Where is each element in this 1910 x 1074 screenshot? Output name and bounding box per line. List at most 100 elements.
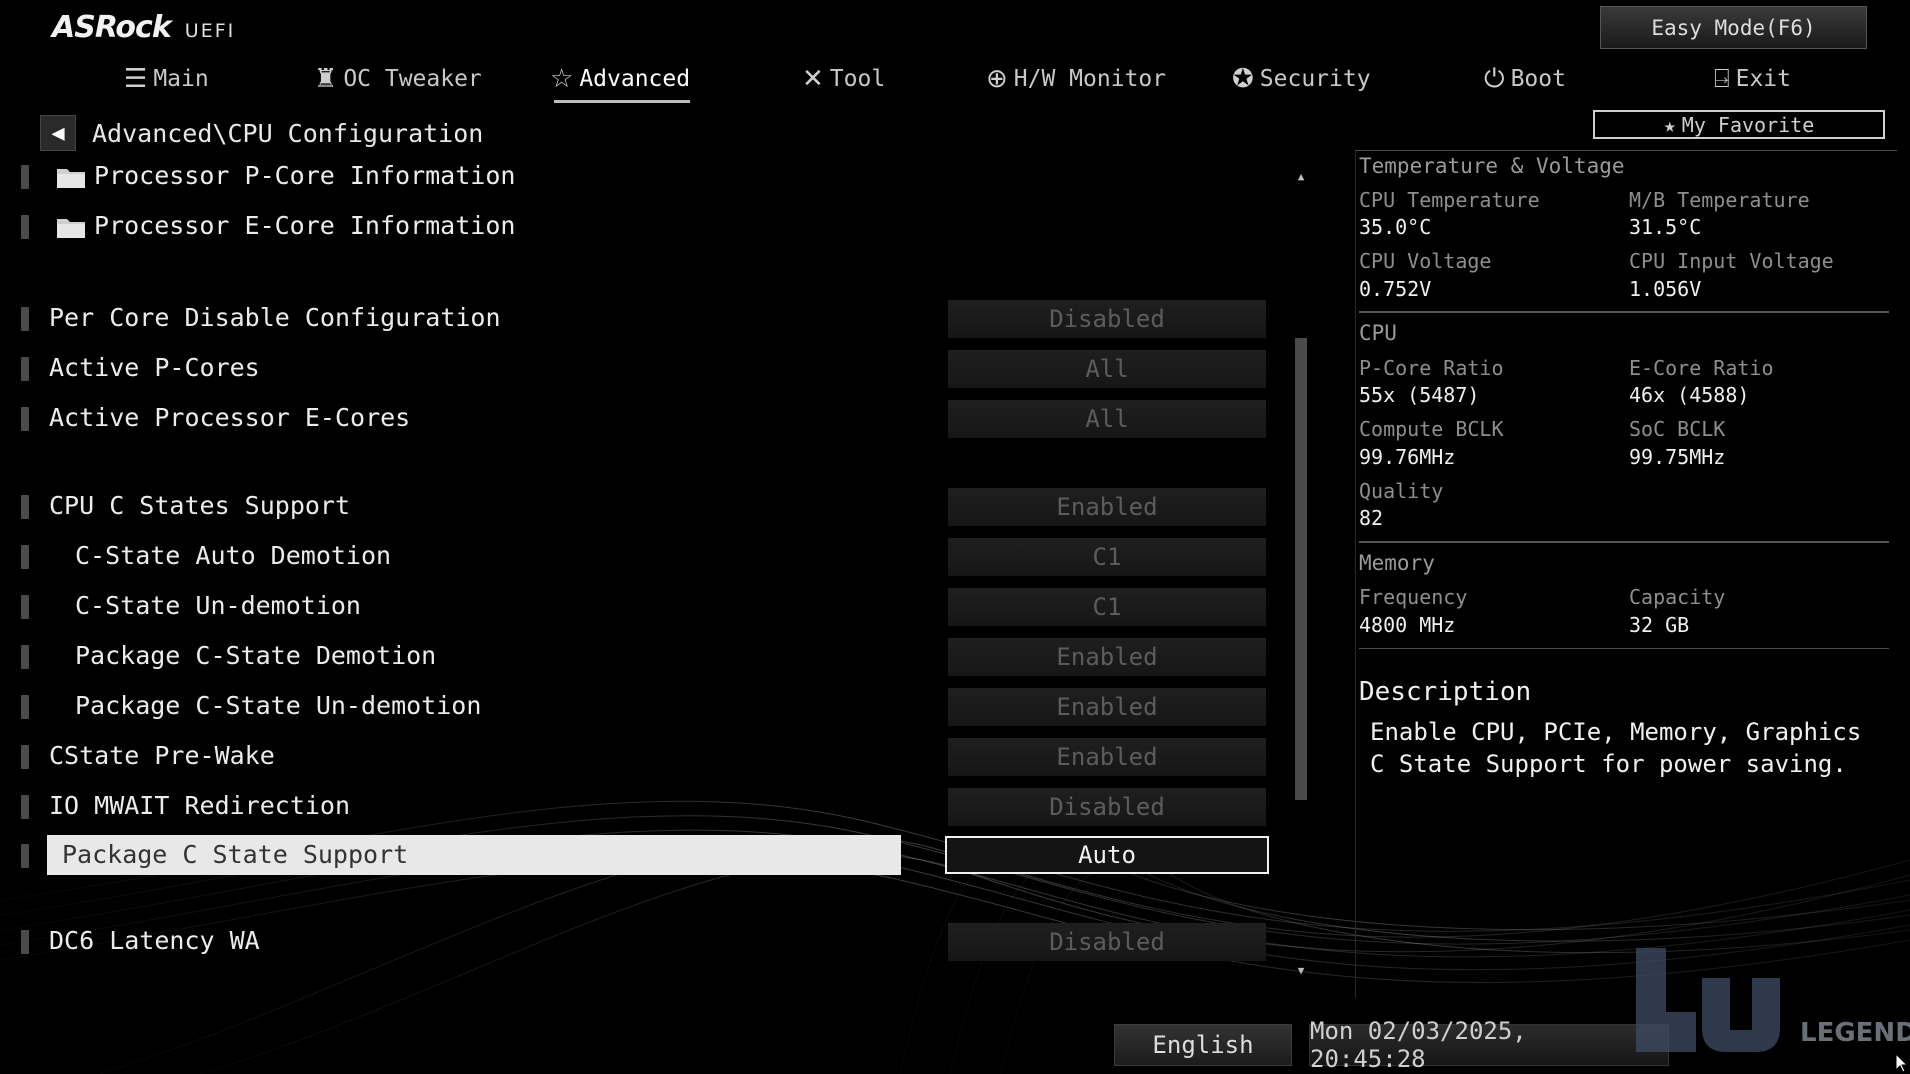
tab-advanced[interactable]: ☆ Advanced — [550, 60, 691, 103]
folder-icon — [57, 169, 85, 188]
scrollbar[interactable]: ▲ ▼ — [1294, 170, 1308, 978]
row-marker — [21, 495, 29, 519]
cpu-input-voltage-value: 1.056V — [1629, 277, 1702, 301]
folder-icon — [57, 219, 85, 238]
cpu-input-voltage-label: CPU Input Voltage — [1629, 249, 1834, 273]
language-button[interactable]: English — [1114, 1024, 1292, 1066]
setting-value[interactable]: Auto — [945, 836, 1269, 874]
setting-value[interactable]: Disabled — [948, 788, 1266, 826]
tab-oc-tweaker[interactable]: ♜ OC Tweaker — [314, 60, 482, 98]
setting-row[interactable]: CPU C States Support Enabled — [0, 485, 1280, 529]
row-marker — [21, 795, 29, 819]
submenu-item[interactable]: Processor P-Core Information — [0, 155, 1280, 199]
tab-label: Exit — [1735, 66, 1791, 92]
setting-label: Package C-State Demotion — [75, 641, 437, 670]
row-marker — [21, 595, 29, 619]
scrollbar-thumb[interactable] — [1295, 338, 1307, 800]
setting-value[interactable]: Disabled — [948, 300, 1266, 338]
compute-bclk-label: Compute BCLK — [1359, 417, 1504, 441]
setting-row[interactable]: CState Pre-Wake Enabled — [0, 735, 1280, 779]
setting-label: C-State Un-demotion — [75, 591, 361, 620]
row-marker — [21, 844, 29, 868]
setting-value[interactable]: C1 — [948, 588, 1266, 626]
cpu-voltage-label: CPU Voltage — [1359, 249, 1492, 273]
setting-value[interactable]: Disabled — [948, 923, 1266, 961]
row-marker — [21, 745, 29, 769]
setting-value[interactable]: Enabled — [948, 738, 1266, 776]
cpu-voltage-value: 0.752V — [1359, 277, 1432, 301]
setting-value[interactable]: Enabled — [948, 638, 1266, 676]
hardware-info-panel: Temperature & Voltage CPU Temperature 35… — [1355, 150, 1897, 998]
frequency-label: Frequency — [1359, 585, 1468, 609]
setting-value[interactable]: C1 — [948, 538, 1266, 576]
tab-tool[interactable]: ✕ Tool — [802, 60, 885, 98]
divider — [1359, 648, 1889, 649]
setting-row[interactable]: Active P-Cores All — [0, 347, 1280, 391]
row-marker — [21, 407, 29, 431]
row-marker — [21, 545, 29, 569]
setting-row[interactable]: C-State Auto Demotion C1 — [0, 535, 1280, 579]
my-favorite-button[interactable]: ★ My Favorite — [1593, 110, 1885, 139]
tab-main[interactable]: ☰ Main — [124, 60, 209, 98]
watermark-text: LEGEND — [1800, 1018, 1910, 1048]
watermark-glyph-icon — [1636, 948, 1780, 1052]
description-title: Description — [1359, 677, 1532, 707]
soc-bclk-value: 99.75MHz — [1629, 445, 1726, 469]
soc-bclk-label: SoC BCLK — [1629, 417, 1726, 441]
capacity-value: 32 GB — [1629, 613, 1690, 637]
setting-row[interactable]: Active Processor E-Cores All — [0, 397, 1280, 441]
setting-row[interactable]: C-State Un-demotion C1 — [0, 585, 1280, 629]
setting-value[interactable]: Enabled — [948, 488, 1266, 526]
setting-row[interactable]: Package C-State Demotion Enabled — [0, 635, 1280, 679]
main-tabs: ☰ Main ♜ OC Tweaker ☆ Advanced ✕ Tool ⊕ … — [0, 52, 1910, 103]
scroll-up-arrow-icon[interactable]: ▲ — [1294, 170, 1308, 184]
description-text: Enable CPU, PCIe, Memory, Graphics C Sta… — [1370, 718, 1862, 778]
row-marker — [21, 930, 29, 954]
frequency-value: 4800 MHz — [1359, 613, 1456, 637]
row-marker — [21, 165, 29, 189]
quality-label: Quality — [1359, 479, 1444, 503]
tab-hw-monitor[interactable]: ⊕ H/W Monitor — [986, 60, 1166, 98]
row-marker — [21, 695, 29, 719]
setting-row[interactable]: IO MWAIT Redirection Disabled — [0, 785, 1280, 829]
setting-row[interactable]: Package C-State Un-demotion Enabled — [0, 685, 1280, 729]
setting-row[interactable]: DC6 Latency WA Disabled — [0, 920, 1280, 964]
tab-label: H/W Monitor — [1013, 66, 1167, 92]
divider — [1359, 311, 1889, 313]
tab-boot[interactable]: ⏻ Boot — [1484, 60, 1566, 98]
setting-label: DC6 Latency WA — [49, 926, 260, 955]
setting-row-selected[interactable]: Package C State Support Auto — [0, 834, 1280, 878]
tab-security[interactable]: ✪ Security — [1232, 60, 1371, 98]
row-marker — [21, 307, 29, 331]
star-icon: ☆ — [550, 64, 574, 94]
my-favorite-label: My Favorite — [1681, 112, 1815, 137]
setting-value[interactable]: Enabled — [948, 688, 1266, 726]
breadcrumb: ◀ Advanced\CPU Configuration — [40, 114, 483, 152]
setting-value[interactable]: All — [948, 350, 1266, 388]
tab-label: Tool — [829, 66, 886, 92]
pcore-ratio-label: P-Core Ratio — [1359, 356, 1504, 380]
crosshair-icon: ⊕ — [986, 64, 1008, 94]
setting-value[interactable]: All — [948, 400, 1266, 438]
divider — [1359, 541, 1889, 543]
ecore-ratio-value: 46x (4588) — [1629, 383, 1750, 407]
easy-mode-button[interactable]: Easy Mode(F6) — [1600, 6, 1867, 49]
brand-text: ASRock — [52, 10, 172, 45]
setting-row[interactable]: Per Core Disable Configuration Disabled — [0, 297, 1280, 341]
tools-icon: ✕ — [802, 64, 824, 94]
scroll-down-arrow-icon[interactable]: ▼ — [1294, 964, 1308, 978]
submenu-item[interactable]: Processor E-Core Information — [0, 205, 1280, 249]
setting-label: Active Processor E-Cores — [49, 403, 411, 432]
breadcrumb-path: Advanced\CPU Configuration — [92, 118, 484, 148]
setting-label: Per Core Disable Configuration — [49, 303, 501, 332]
date-time-display: Mon 02/03/2025, 20:45:28 — [1309, 1017, 1669, 1073]
tab-label: Main — [153, 66, 209, 92]
back-button[interactable]: ◀ — [40, 115, 76, 151]
row-marker — [21, 645, 29, 669]
tab-exit[interactable]: ⍈ Exit — [1714, 60, 1791, 98]
memory-section-title: Memory — [1359, 551, 1435, 575]
cpu-section-title: CPU — [1359, 321, 1397, 345]
list-icon: ☰ — [124, 64, 148, 94]
temp-voltage-title: Temperature & Voltage — [1359, 154, 1625, 178]
submenu-label: Processor P-Core Information — [94, 161, 516, 190]
